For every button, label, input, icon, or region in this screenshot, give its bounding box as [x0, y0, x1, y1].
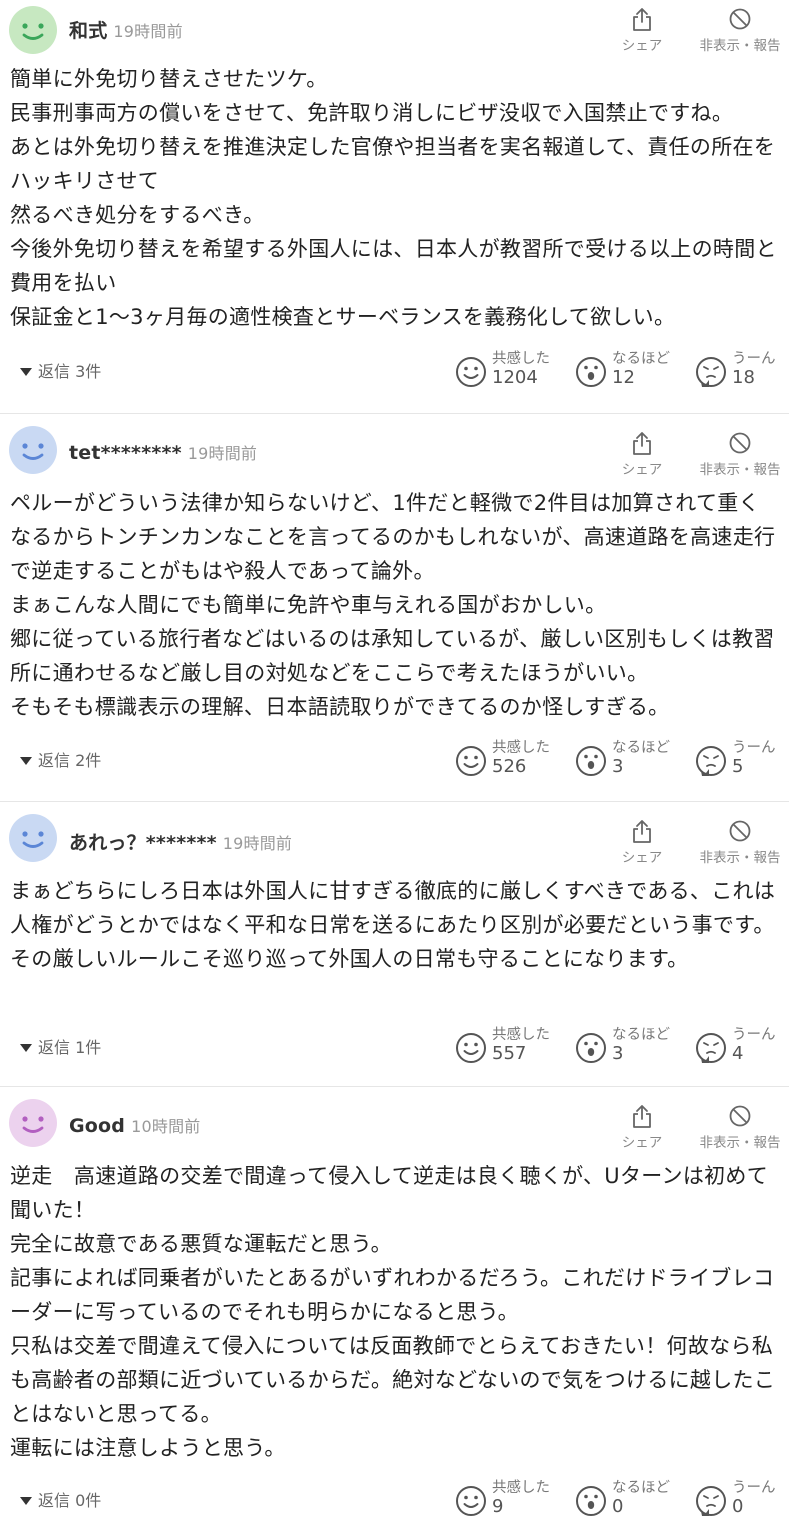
uun-label: うーん — [732, 740, 776, 756]
share-label: シェア — [621, 462, 663, 478]
naruhodo-count: 3 — [612, 1043, 624, 1064]
timestamp: 10時間前 — [131, 1117, 201, 1136]
naruhodo-count: 0 — [612, 1496, 624, 1517]
naruhodo-count: 3 — [612, 756, 624, 777]
empathy-count: 9 — [492, 1496, 504, 1517]
thinking-reaction-icon — [696, 357, 726, 387]
share-icon — [633, 820, 651, 843]
comment-item: tet******** 19時間前 シェア 非表示・報告 ペルーがどういう法律か知… — [0, 414, 789, 802]
username[interactable]: Good 10時間前 — [69, 1113, 200, 1137]
replies-toggle[interactable]: 返信 3件 — [20, 358, 101, 382]
hide-report-button[interactable]: 非表示・報告 — [692, 430, 788, 478]
share-label: シェア — [621, 850, 663, 866]
share-button[interactable]: シェア — [620, 1103, 664, 1151]
share-icon — [633, 8, 651, 31]
comment-feed: 和式 19時間前 シェア 非表示・報告 簡単に外免切り替えさせたツケ。 民事刑事両… — [0, 0, 789, 1529]
hide-report-button[interactable]: 非表示・報告 — [692, 1103, 788, 1151]
naruhodo-label: なるほど — [612, 351, 670, 367]
share-icon — [633, 1105, 651, 1128]
thinking-reaction-icon — [696, 1486, 726, 1516]
empathy-count: 526 — [492, 756, 527, 777]
report-label: 非表示・報告 — [699, 462, 781, 478]
smiley-avatar-icon — [9, 426, 57, 474]
empathy-label: 共感した — [492, 1480, 550, 1496]
uun-count: 4 — [732, 1043, 744, 1064]
share-button[interactable]: シェア — [620, 818, 664, 866]
uun-label: うーん — [732, 1480, 776, 1496]
empathy-label: 共感した — [492, 351, 550, 367]
replies-toggle[interactable]: 返信 1件 — [20, 1034, 101, 1058]
caret-down-icon — [20, 1496, 32, 1505]
share-button[interactable]: シェア — [620, 6, 664, 54]
uun-label: うーん — [732, 351, 776, 367]
surprised-reaction-icon — [576, 357, 606, 387]
surprised-reaction-icon — [576, 1033, 606, 1063]
surprised-reaction-icon — [576, 746, 606, 776]
caret-down-icon — [20, 756, 32, 765]
block-icon — [729, 1105, 751, 1127]
block-icon — [729, 820, 751, 842]
block-icon — [729, 8, 751, 30]
timestamp: 19時間前 — [113, 22, 183, 41]
username[interactable]: 和式 19時間前 — [69, 16, 183, 43]
naruhodo-label: なるほど — [612, 1480, 670, 1496]
report-label: 非表示・報告 — [699, 1135, 781, 1151]
avatar[interactable] — [9, 6, 57, 54]
smiley-avatar-icon — [9, 814, 57, 862]
comment-item: あれっ？******* 19時間前 シェア 非表示・報告 まぁどちらにしろ日本は外… — [0, 802, 789, 1087]
report-label: 非表示・報告 — [699, 38, 781, 54]
block-icon — [729, 432, 751, 454]
share-icon — [633, 432, 651, 455]
timestamp: 19時間前 — [222, 834, 293, 853]
replies-toggle[interactable]: 返信 2件 — [20, 747, 101, 771]
smile-reaction-icon — [456, 1033, 486, 1063]
timestamp: 19時間前 — [187, 444, 258, 463]
empathy-label: 共感した — [492, 740, 550, 756]
username[interactable]: tet******** 19時間前 — [69, 440, 257, 464]
naruhodo-label: なるほど — [612, 740, 670, 756]
smile-reaction-icon — [456, 1486, 486, 1516]
uun-count: 0 — [732, 1496, 744, 1517]
comment-item: 和式 19時間前 シェア 非表示・報告 簡単に外免切り替えさせたツケ。 民事刑事両… — [0, 0, 789, 414]
avatar[interactable] — [9, 814, 57, 862]
empathy-count: 1204 — [492, 367, 538, 388]
thinking-reaction-icon — [696, 746, 726, 776]
naruhodo-count: 12 — [612, 367, 635, 388]
replies-toggle[interactable]: 返信 0件 — [20, 1487, 101, 1511]
report-label: 非表示・報告 — [699, 850, 781, 866]
hide-report-button[interactable]: 非表示・報告 — [692, 6, 788, 54]
smiley-avatar-icon — [9, 6, 57, 54]
caret-down-icon — [20, 1043, 32, 1052]
empathy-count: 557 — [492, 1043, 527, 1064]
naruhodo-label: なるほど — [612, 1027, 670, 1043]
comment-item: Good 10時間前 シェア 非表示・報告 逆走 高速道路の交差で間違って侵入して… — [0, 1087, 789, 1529]
caret-down-icon — [20, 367, 32, 376]
surprised-reaction-icon — [576, 1486, 606, 1516]
comment-body: 逆走 高速道路の交差で間違って侵入して逆走は良く聴くが、Uターンは初めて聞いた！… — [10, 1164, 776, 1460]
uun-count: 18 — [732, 367, 755, 388]
smile-reaction-icon — [456, 357, 486, 387]
comment-body: まぁどちらにしろ日本は外国人に甘すぎる徹底的に厳しくすべきである、これは人権がど… — [10, 879, 776, 971]
share-label: シェア — [621, 38, 663, 54]
share-button[interactable]: シェア — [620, 430, 664, 478]
avatar[interactable] — [9, 426, 57, 474]
smile-reaction-icon — [456, 746, 486, 776]
empathy-label: 共感した — [492, 1027, 550, 1043]
uun-label: うーん — [732, 1027, 776, 1043]
avatar[interactable] — [9, 1099, 57, 1147]
comment-body: 簡単に外免切り替えさせたツケ。 民事刑事両方の償いをさせて、免許取り消しにビザ没… — [10, 67, 777, 329]
username[interactable]: あれっ？******* 19時間前 — [69, 828, 292, 855]
smiley-avatar-icon — [9, 1099, 57, 1147]
thinking-reaction-icon — [696, 1033, 726, 1063]
comment-body: ペルーがどういう法律か知らないけど、1件だと軽微で2件目は加算されて重くなるから… — [10, 491, 776, 719]
uun-count: 5 — [732, 756, 744, 777]
share-label: シェア — [621, 1135, 663, 1151]
hide-report-button[interactable]: 非表示・報告 — [692, 818, 788, 866]
